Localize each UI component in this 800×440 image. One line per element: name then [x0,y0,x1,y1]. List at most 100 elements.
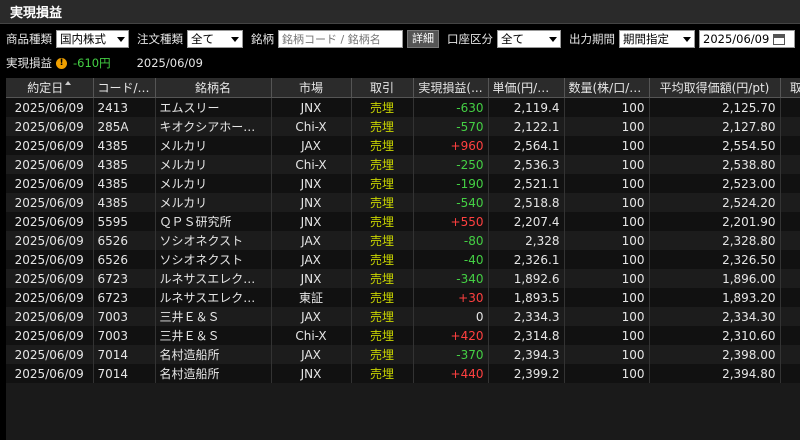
table-row[interactable]: 2025/06/09 7003 三井Ｅ＆Ｓ JAX 売埋 0 2,334.3 100 2,334… [6,307,800,326]
cell-market: JAX [271,345,352,364]
cell-avg-cost: 2,523.00 [649,174,781,193]
cell-trade: 売埋 [351,231,414,250]
column-header-avg-cost[interactable]: 平均取得価額(円/pt) [649,78,781,98]
column-header-extra[interactable]: 取 [780,78,800,98]
cell-quantity: 100 [564,231,650,250]
cell-code: 5595 [93,212,156,231]
cell-quantity: 100 [564,345,650,364]
cell-avg-cost: 2,394.80 [649,364,781,383]
cell-unit-price: 2,334.3 [488,307,565,326]
cell-trade: 売埋 [351,307,414,326]
cell-extra [780,136,800,155]
column-header-market[interactable]: 市場 [271,78,352,98]
symbol-search-input[interactable] [278,30,403,48]
table-row[interactable]: 2025/06/09 4385 メルカリ JNX 売埋 -190 2,521.1 100 2,5… [6,174,800,193]
symbol-label: 銘柄 [251,32,274,46]
table-row[interactable]: 2025/06/096723ルネサスエレクトロニ...東証売埋+301,893.… [6,288,800,307]
cell-quantity: 100 [564,307,650,326]
chevron-down-icon [231,37,239,42]
output-period-label: 出力期間 [569,32,615,46]
cell-market: JNX [271,212,352,231]
warning-icon: ! [56,57,67,69]
cell-trade-date: 2025/06/09 [6,250,94,269]
cell-unit-price: 2,207.4 [488,212,565,231]
realized-pnl-table: 約定日 コード/テ... 銘柄名 市場 取引 実現損益(... 単価(円/ド..… [6,78,800,440]
table-row[interactable]: 2025/06/09 5595 ＱＰＳ研究所 JNX 売埋 +550 2,207.4 100 2… [6,212,800,231]
cell-trade-date: 2025/06/09 [6,193,94,212]
cell-code: 4385 [93,193,156,212]
cell-quantity: 100 [564,250,650,269]
chevron-down-icon [683,37,691,42]
cell-extra [780,288,800,307]
cell-code: 6723 [93,269,156,288]
chevron-down-icon [117,37,125,42]
cell-quantity: 100 [564,155,650,174]
cell-unit-price: 1,892.6 [488,269,565,288]
table-row[interactable]: 2025/06/09 7014 名村造船所 JAX 売埋 -370 2,394.3 100 2,… [6,345,800,364]
cell-market: JNX [271,193,352,212]
cell-code: 7003 [93,307,156,326]
cell-quantity: 100 [564,288,650,307]
table-row[interactable]: 2025/06/09 4385 メルカリ JAX 売埋 +960 2,564.1 100 2,5… [6,136,800,155]
cell-unit-price: 2,564.1 [488,136,565,155]
column-header-trade[interactable]: 取引 [351,78,414,98]
calendar-icon[interactable] [773,33,786,45]
cell-trade: 売埋 [351,193,414,212]
account-type-select[interactable]: 全て [497,30,561,48]
table-row[interactable]: 2025/06/09285Aキオクシアホールディ...Chi-X売埋-5702,… [6,117,800,136]
cell-realized-pnl: +550 [413,212,489,231]
cell-unit-price: 2,521.1 [488,174,565,193]
cell-extra [780,212,800,231]
cell-name: ソシオネクスト [155,231,272,250]
cell-code: 4385 [93,136,156,155]
cell-extra [780,117,800,136]
table-row[interactable]: 2025/06/09 2413 エムスリー JNX 売埋 -630 2,119.4 100 2,… [6,97,800,117]
cell-code: 6723 [93,288,156,307]
cell-trade-date: 2025/06/09 [6,155,94,174]
cell-unit-price: 2,536.3 [488,155,565,174]
sort-asc-icon [65,81,72,85]
table-row[interactable]: 2025/06/09 4385 メルカリ JNX 売埋 -540 2,518.8 100 2,5… [6,193,800,212]
cell-name: 三井Ｅ＆Ｓ [155,307,272,326]
table-row[interactable]: 2025/06/09 6526 ソシオネクスト JAX 売埋 -80 2,328 100 2,3… [6,231,800,250]
cell-trade: 売埋 [351,269,414,288]
cell-code: 285A [93,117,156,136]
cell-realized-pnl: -190 [413,174,489,193]
column-header-realized-pnl[interactable]: 実現損益(... [413,78,489,98]
detail-button[interactable]: 詳細 [407,30,439,48]
column-header-quantity[interactable]: 数量(株/口/枚) [564,78,650,98]
cell-trade: 売埋 [351,174,414,193]
table-row[interactable]: 2025/06/09 7014 名村造船所 JNX 売埋 +440 2,399.2 100 2,… [6,364,800,383]
column-header-code[interactable]: コード/テ... [93,78,156,98]
cell-name: メルカリ [155,193,272,212]
cell-trade-date: 2025/06/09 [6,269,94,288]
cell-name: ルネサスエレクトロニ... [155,269,272,288]
table-row[interactable]: 2025/06/09 7003 三井Ｅ＆Ｓ Chi-X 売埋 +420 2,314.8 100… [6,326,800,345]
output-period-select[interactable]: 期間指定 [619,30,695,48]
table-row[interactable]: 2025/06/09 6526 ソシオネクスト JAX 売埋 -40 2,326.1 100 2… [6,250,800,269]
table-row[interactable]: 2025/06/096723ルネサスエレクトロニ...JNX売埋-3401,89… [6,269,800,288]
cell-unit-price: 2,394.3 [488,345,565,364]
summary-label: 実現損益 [6,56,52,70]
chevron-down-icon [549,37,557,42]
cell-unit-price: 1,893.5 [488,288,565,307]
product-type-select[interactable]: 国内株式 [56,30,129,48]
cell-trade: 売埋 [351,136,414,155]
column-header-name[interactable]: 銘柄名 [155,78,272,98]
table-header-row: 約定日 コード/テ... 銘柄名 市場 取引 実現損益(... 単価(円/ド..… [6,78,800,98]
cell-name: エムスリー [155,97,272,117]
cell-realized-pnl: -250 [413,155,489,174]
cell-market: JNX [271,364,352,383]
cell-extra [780,155,800,174]
table-row[interactable]: 2025/06/09 4385 メルカリ Chi-X 売埋 -250 2,536.3 100 2… [6,155,800,174]
cell-trade-date: 2025/06/09 [6,117,94,136]
order-type-select[interactable]: 全て [187,30,243,48]
cell-extra [780,231,800,250]
column-header-unit-price[interactable]: 単価(円/ド... [488,78,565,98]
page-title: 実現損益 [10,6,63,21]
cell-trade-date: 2025/06/09 [6,307,94,326]
cell-code: 7014 [93,364,156,383]
cell-avg-cost: 2,328.80 [649,231,781,250]
date-input[interactable]: 2025/06/09 [699,30,795,48]
column-header-trade-date[interactable]: 約定日 [6,78,94,98]
